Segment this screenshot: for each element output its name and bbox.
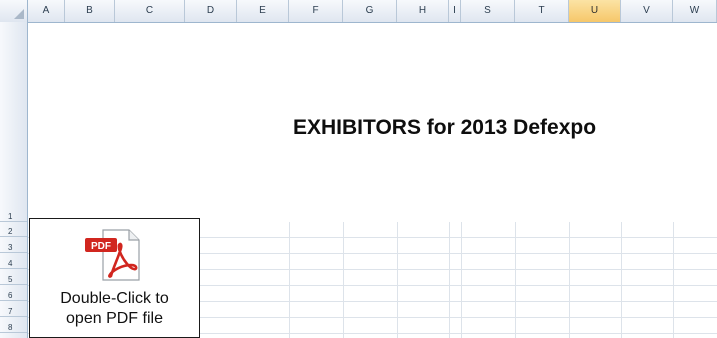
grid-line — [343, 222, 344, 338]
pdf-badge-label: PDF — [91, 241, 111, 252]
grid-line — [621, 222, 622, 338]
sheet-title[interactable]: EXHIBITORS for 2013 Defexpo — [293, 116, 596, 140]
column-header-b[interactable]: B — [65, 0, 115, 22]
select-all-triangle-icon — [14, 9, 24, 19]
pdf-label-line-1: Double-Click to — [60, 290, 169, 307]
row-header-3[interactable]: 3 — [0, 237, 27, 253]
spreadsheet: A B C D E F G H I S T U V W 1 2 3 4 5 6 … — [0, 0, 717, 338]
column-header-a[interactable]: A — [28, 0, 65, 22]
grid-line — [569, 222, 570, 338]
column-header-g[interactable]: G — [343, 0, 397, 22]
grid-line — [397, 222, 398, 338]
column-header-f[interactable]: F — [289, 0, 343, 22]
embedded-pdf-object[interactable]: PDF Double-Click to open PDF file — [29, 218, 200, 338]
column-header-i[interactable]: I — [449, 0, 461, 22]
column-header-d[interactable]: D — [185, 0, 237, 22]
grid-line — [289, 222, 290, 338]
select-all-button[interactable] — [0, 0, 28, 22]
row-header-7[interactable]: 7 — [0, 301, 27, 317]
grid-line — [515, 222, 516, 338]
row-header-6[interactable]: 6 — [0, 285, 27, 301]
row-header-4[interactable]: 4 — [0, 253, 27, 269]
column-header-e[interactable]: E — [237, 0, 289, 22]
row-header-1[interactable]: 1 — [0, 22, 27, 222]
grid-line — [673, 222, 674, 338]
pdf-object-label: Double-Click to open PDF file — [30, 289, 199, 329]
grid-line — [461, 222, 462, 338]
pdf-file-icon: PDF — [85, 229, 140, 281]
row-header-5[interactable]: 5 — [0, 269, 27, 285]
row-header-2[interactable]: 2 — [0, 222, 27, 237]
column-header-v[interactable]: V — [621, 0, 673, 22]
column-header-c[interactable]: C — [115, 0, 185, 22]
column-header-s[interactable]: S — [461, 0, 515, 22]
pdf-label-line-2: open PDF file — [66, 310, 163, 327]
column-header-w[interactable]: W — [673, 0, 717, 22]
column-header-u[interactable]: U — [569, 0, 621, 22]
column-header-h[interactable]: H — [397, 0, 449, 22]
column-header-bar: A B C D E F G H I S T U V W — [0, 0, 717, 23]
grid-line — [449, 222, 450, 338]
column-header-t[interactable]: T — [515, 0, 569, 22]
row-header-8[interactable]: 8 — [0, 317, 27, 333]
